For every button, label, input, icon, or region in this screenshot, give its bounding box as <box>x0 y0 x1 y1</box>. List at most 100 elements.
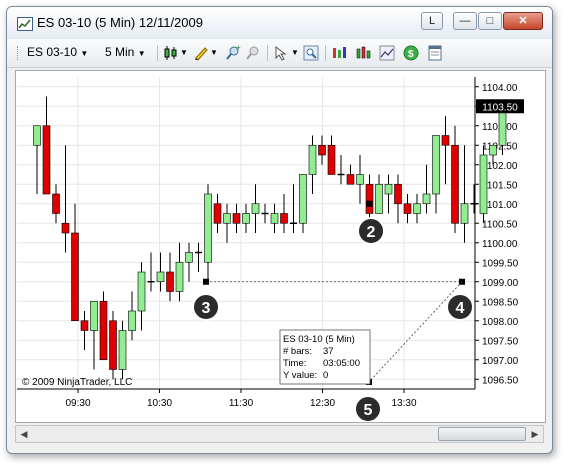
pointer-icon[interactable] <box>273 45 289 61</box>
candle-body <box>242 213 250 224</box>
y-tick-label: 1097.00 <box>482 356 519 367</box>
chevron-down-icon: ▼ <box>137 49 146 58</box>
price-chart[interactable]: 1104.001103.501103.001102.501102.001101.… <box>16 71 545 423</box>
candle-body <box>432 135 440 195</box>
candle-body <box>327 144 336 175</box>
callout-marker-number: 4 <box>456 300 465 317</box>
interval-selector[interactable]: 5 Min ▼ <box>105 45 146 59</box>
data-box-value: 03:05:00 <box>323 358 360 369</box>
candle-body <box>308 144 317 175</box>
y-tick-label: 1100.50 <box>482 219 518 230</box>
zoom-out-icon[interactable] <box>245 45 261 61</box>
close-button[interactable]: ✕ <box>503 12 543 30</box>
candle-body <box>489 144 497 156</box>
y-tick-label: 1102.00 <box>482 161 518 172</box>
current-price-label: 1103.50 <box>482 102 518 113</box>
scrollbar-thumb[interactable] <box>438 427 526 441</box>
candle-body <box>356 174 364 185</box>
y-tick-label: 1100.00 <box>482 239 518 250</box>
pencil-icon[interactable] <box>193 45 209 61</box>
candle-body <box>384 183 393 195</box>
link-button[interactable]: L <box>421 12 443 30</box>
y-tick-label: 1099.50 <box>482 258 519 269</box>
zoom-in-icon[interactable]: + <box>225 45 241 61</box>
y-tick-label: 1097.50 <box>482 336 519 347</box>
candle-body <box>232 213 241 224</box>
candle-body <box>375 183 383 214</box>
x-tick-label: 11:30 <box>229 398 254 409</box>
x-tick-label: 13:30 <box>391 398 416 409</box>
line-anchor-start[interactable] <box>203 278 209 285</box>
candle-body <box>365 183 374 214</box>
candle-body <box>422 193 431 205</box>
data-box-value: 37 <box>323 346 334 357</box>
chart-toolbar: ES 03-10 ▼ 5 Min ▼ ▼ ▼ + ▼ $ <box>7 39 552 68</box>
scroll-left-arrow-icon[interactable]: ◀ <box>16 426 32 442</box>
properties-icon[interactable] <box>427 45 443 61</box>
chart-app-icon <box>17 17 33 31</box>
candle-body <box>90 300 98 331</box>
y-tick-label: 1096.50 <box>482 375 519 386</box>
candle-body <box>185 252 193 263</box>
x-tick-label: 12:30 <box>310 398 335 409</box>
horizontal-scrollbar[interactable]: ◀ ▶ <box>15 425 544 443</box>
candle-body <box>166 271 174 292</box>
indicator-icon[interactable] <box>355 45 371 61</box>
candle-body <box>175 261 184 292</box>
toolbar-separator <box>157 45 158 61</box>
instrument-label: ES 03-10 <box>27 45 78 59</box>
candle-body <box>280 213 288 224</box>
dollar-icon[interactable]: $ <box>403 45 419 61</box>
candle-body <box>251 203 260 214</box>
candle-body <box>156 271 165 283</box>
chart-panel[interactable]: 1104.001103.501103.001102.501102.001101.… <box>15 70 546 423</box>
minimize-button[interactable]: — <box>453 12 477 30</box>
chevron-down-icon[interactable]: ▼ <box>180 48 188 57</box>
candle-body <box>52 193 60 214</box>
candle-body <box>441 135 450 146</box>
toolbar-grip[interactable] <box>17 46 18 60</box>
title-bar[interactable]: ES 03-10 (5 Min) 12/11/2009 L — □ ✕ <box>7 7 552 39</box>
candle-body <box>270 213 279 224</box>
candle-body <box>394 183 402 205</box>
y-tick-label: 1104.00 <box>482 83 518 94</box>
data-box-label: ES 03-10 (5 Min) <box>283 334 355 345</box>
strategy-icon[interactable] <box>331 45 347 61</box>
chevron-down-icon[interactable]: ▼ <box>291 48 299 57</box>
candle-body <box>299 174 307 224</box>
bar-marker <box>366 200 373 207</box>
chart-window: ES 03-10 (5 Min) 12/11/2009 L — □ ✕ ES 0… <box>6 6 553 454</box>
candle-body <box>403 203 412 214</box>
candle-body <box>413 203 421 214</box>
candle-body <box>346 174 355 185</box>
magnifier-icon[interactable] <box>303 45 319 61</box>
candle-body <box>80 320 89 331</box>
chart-line-icon[interactable] <box>379 45 395 61</box>
maximize-button[interactable]: □ <box>478 12 502 30</box>
candle-body <box>204 193 212 263</box>
data-box-label: # bars: <box>283 346 312 357</box>
candlestick-icon[interactable] <box>163 45 179 61</box>
data-box-value: 0 <box>323 370 328 381</box>
y-tick-label: 1101.50 <box>482 180 518 191</box>
info-pointer-line <box>368 281 463 383</box>
callout-marker-number: 2 <box>367 224 376 241</box>
candle-body <box>33 125 41 146</box>
y-tick-label: 1101.00 <box>482 200 518 211</box>
candle-body <box>451 144 459 224</box>
chevron-down-icon[interactable]: ▼ <box>210 48 218 57</box>
toolbar-separator <box>325 45 326 61</box>
x-tick-label: 09:30 <box>65 398 90 409</box>
scroll-right-arrow-icon[interactable]: ▶ <box>527 426 543 442</box>
candle-body <box>42 125 51 195</box>
chevron-down-icon: ▼ <box>80 49 89 58</box>
instrument-selector[interactable]: ES 03-10 ▼ <box>27 45 88 59</box>
x-tick-label: 10:30 <box>147 398 172 409</box>
candle-body <box>213 203 222 224</box>
y-tick-label: 1098.50 <box>482 297 519 308</box>
candle-body <box>479 154 488 214</box>
svg-text:$: $ <box>408 49 414 60</box>
data-box-label: Time: <box>283 358 306 369</box>
candle-body <box>137 271 146 312</box>
copyright-text: © 2009 NinjaTrader, LLC <box>22 377 132 388</box>
